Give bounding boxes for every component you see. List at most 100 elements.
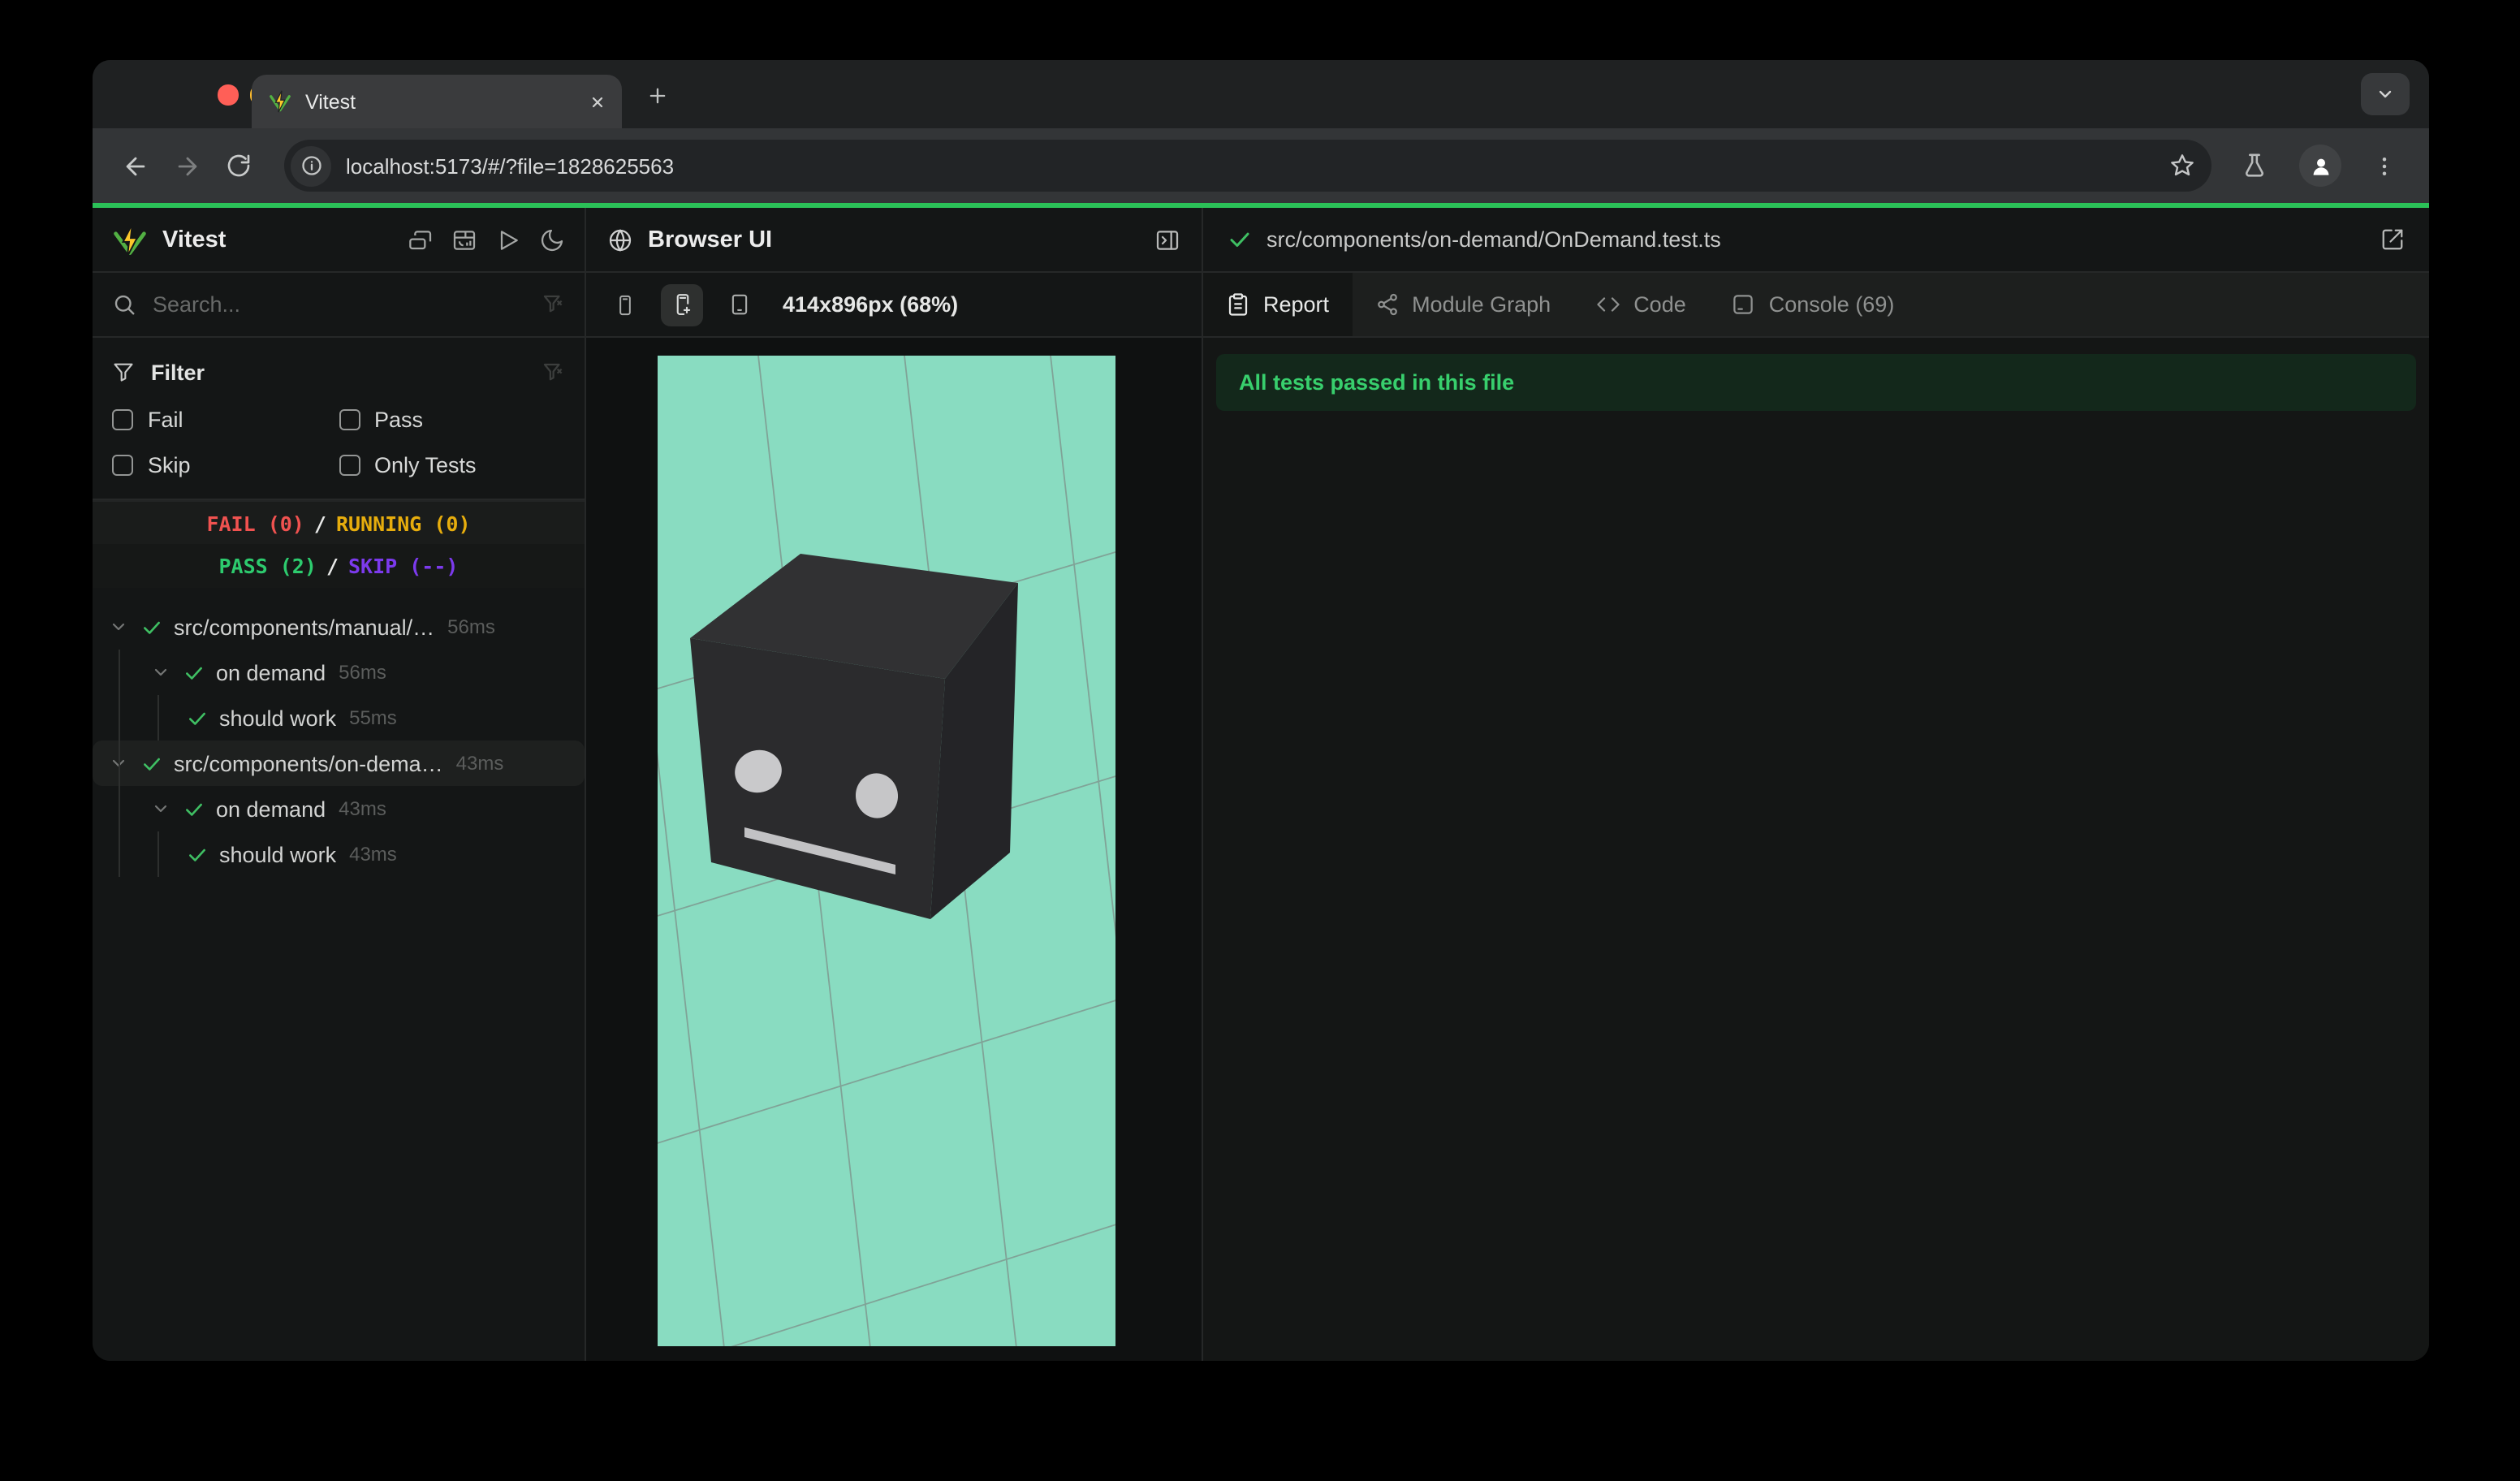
back-button[interactable] <box>109 140 161 192</box>
clear-filter-icon[interactable] <box>541 292 565 317</box>
robot-cube <box>690 554 1018 919</box>
duration: 56ms <box>339 661 386 684</box>
browser-ui-header: Browser UI <box>586 208 1202 273</box>
skip-count: SKIP (--) <box>348 554 459 578</box>
sidebar-header: Vitest <box>93 208 585 273</box>
browser-tabstrip: Vitest <box>93 60 2429 128</box>
search-input[interactable] <box>153 292 524 317</box>
fail-count: FAIL (0) <box>206 511 304 535</box>
tab-module-graph[interactable]: Module Graph <box>1352 273 1573 336</box>
report-tabbar: Report Module Graph Code Console (69) <box>1203 273 2429 338</box>
running-count: RUNNING (0) <box>335 511 471 535</box>
device-phone-plus-icon[interactable] <box>661 283 703 326</box>
browser-tab[interactable]: Vitest <box>252 75 622 128</box>
duration: 56ms <box>447 615 495 638</box>
filter-checkbox-pass[interactable]: Pass <box>339 408 565 432</box>
checkbox[interactable] <box>112 409 133 430</box>
forward-button[interactable] <box>161 140 213 192</box>
dark-mode-moon-icon[interactable] <box>539 227 565 253</box>
chrome-labs-flask-icon[interactable] <box>2241 152 2268 179</box>
tested-page-viewport[interactable] <box>658 356 1115 1346</box>
test-file-path: src/components/on-demand/OnDemand.test.t… <box>1266 227 1721 252</box>
device-tablet-icon[interactable] <box>718 283 760 326</box>
tree-guide-line <box>158 695 159 740</box>
tree-row-test[interactable]: should work 43ms <box>93 831 585 877</box>
tree-row-suite[interactable]: on demand 43ms <box>93 786 585 831</box>
filter-checkbox-skip[interactable]: Skip <box>112 453 339 477</box>
filter-funnel-icon <box>112 361 135 383</box>
duration: 43ms <box>455 752 504 775</box>
tree-row-test[interactable]: should work 55ms <box>93 695 585 740</box>
url-text[interactable]: localhost:5173/#/?file=1828625563 <box>346 153 2169 178</box>
screenshot-stage: Vitest localhost:5173/#/?file=1828625563… <box>0 0 2520 1481</box>
panel-title: Browser UI <box>648 227 773 253</box>
vitest-logo-icon <box>112 222 148 257</box>
report-panel: src/components/on-demand/OnDemand.test.t… <box>1203 208 2429 1361</box>
new-tab-button[interactable] <box>635 73 679 117</box>
profile-avatar[interactable] <box>2299 145 2341 187</box>
console-terminal-icon <box>1732 292 1756 317</box>
tree-guide-line <box>119 650 120 877</box>
duration: 43ms <box>349 843 397 866</box>
device-toolbar: 414x896px (68%) <box>586 273 1202 338</box>
browser-ui-panel: Browser UI 414x896px (68%) <box>586 208 1203 1361</box>
filter-checkbox-fail[interactable]: Fail <box>112 408 339 432</box>
report-header: src/components/on-demand/OnDemand.test.t… <box>1203 208 2429 273</box>
open-external-icon[interactable] <box>2380 227 2405 252</box>
tree-row-suite[interactable]: on demand 56ms <box>93 650 585 695</box>
browser-window: Vitest localhost:5173/#/?file=1828625563… <box>93 60 2429 1361</box>
duration: 43ms <box>339 797 386 820</box>
chevron-down-icon[interactable] <box>151 799 170 818</box>
report-grid-icon[interactable] <box>451 227 477 253</box>
tab-close-icon[interactable] <box>589 93 606 110</box>
test-summary: FAIL (0) / RUNNING (0) PASS (2) / SKIP (… <box>93 500 585 588</box>
reload-button[interactable] <box>213 140 265 192</box>
bookmark-star-icon[interactable] <box>2169 153 2195 179</box>
browser-preview-area <box>586 338 1202 1361</box>
globe-icon <box>607 227 633 253</box>
checkbox[interactable] <box>112 455 133 476</box>
sidebar: Vitest Search... Filter Fail Pass Skip O… <box>93 208 586 1361</box>
app-title: Vitest <box>162 227 227 253</box>
browser-menu-icon[interactable] <box>2372 153 2397 178</box>
filter-panel: Filter Fail Pass Skip Only Tests <box>93 338 585 500</box>
pass-check-icon <box>187 844 208 865</box>
search-bar <box>93 273 585 338</box>
filter-checkbox-only-tests[interactable]: Only Tests <box>339 453 565 477</box>
panel-right-open-icon[interactable] <box>1154 227 1180 253</box>
device-phone-small-icon[interactable] <box>604 283 646 326</box>
search-icon <box>112 292 136 317</box>
dashboard-windows-icon[interactable] <box>408 227 434 253</box>
tab-code[interactable]: Code <box>1573 273 1709 336</box>
vitest-app: Vitest Search... Filter Fail Pass Skip O… <box>93 208 2429 1361</box>
pass-check-icon <box>141 616 162 637</box>
clipboard-report-icon <box>1226 292 1250 317</box>
pass-check-icon <box>183 798 205 819</box>
tab-title: Vitest <box>305 90 356 113</box>
all-tests-passed-banner: All tests passed in this file <box>1216 354 2416 411</box>
checkbox[interactable] <box>339 409 360 430</box>
pass-check-icon <box>183 662 205 683</box>
duration: 55ms <box>349 706 397 729</box>
vitest-favicon-icon <box>268 89 292 114</box>
pass-check-icon <box>141 753 162 774</box>
tree-row-file[interactable]: src/components/manual/… 56ms <box>93 604 585 650</box>
clear-filter-icon[interactable] <box>541 360 565 384</box>
tab-report[interactable]: Report <box>1203 273 1353 336</box>
run-all-play-icon[interactable] <box>495 227 521 253</box>
chevron-down-icon[interactable] <box>109 617 128 637</box>
pass-check-icon <box>187 707 208 728</box>
close-window-button[interactable] <box>218 84 238 105</box>
viewport-size-label: 414x896px (68%) <box>783 292 959 317</box>
tab-console[interactable]: Console (69) <box>1709 273 1918 336</box>
browser-toolbar: localhost:5173/#/?file=1828625563 <box>93 128 2429 203</box>
site-info-icon[interactable] <box>291 145 331 186</box>
report-content: All tests passed in this file <box>1203 338 2429 1361</box>
tab-search-button[interactable] <box>2361 73 2410 115</box>
checkbox[interactable] <box>339 455 360 476</box>
chevron-down-icon[interactable] <box>151 663 170 682</box>
tree-row-file-selected[interactable]: src/components/on-dema… 43ms <box>93 740 585 786</box>
code-brackets-icon <box>1596 292 1620 317</box>
address-bar[interactable]: localhost:5173/#/?file=1828625563 <box>284 140 2211 192</box>
test-tree: src/components/manual/… 56ms on demand 5… <box>93 588 585 1361</box>
